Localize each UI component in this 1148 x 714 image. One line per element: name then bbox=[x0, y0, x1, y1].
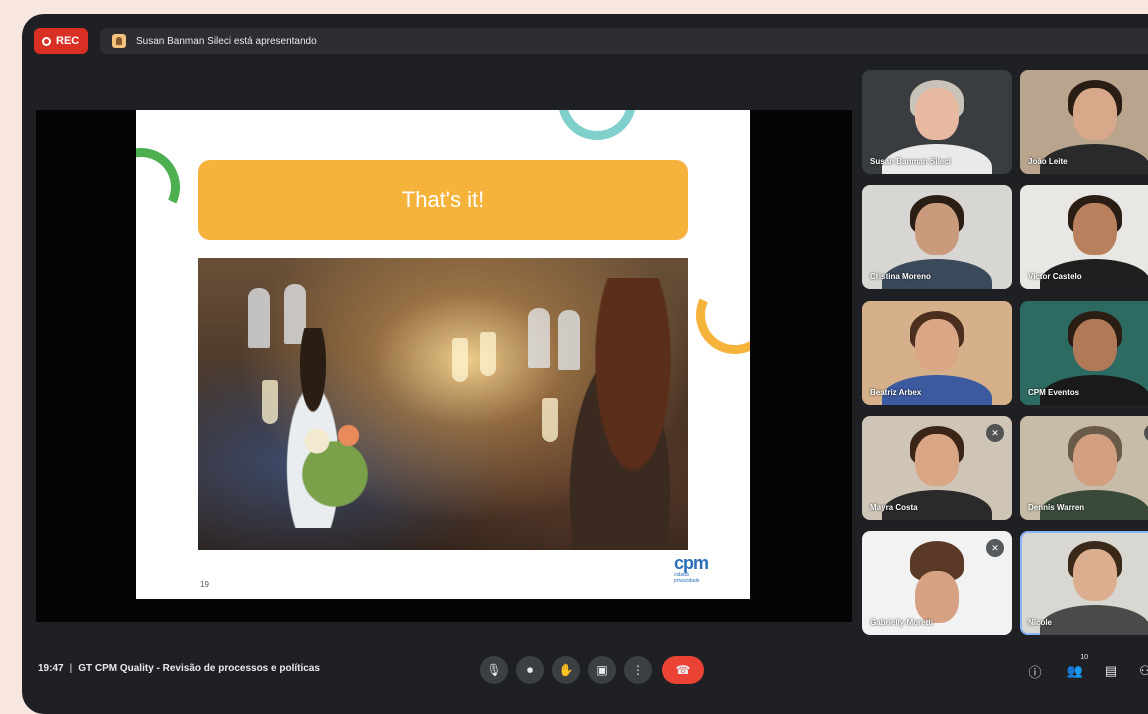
raise-hand-button[interactable]: ✋ bbox=[552, 656, 580, 684]
hangup-button[interactable]: ☎ bbox=[662, 656, 704, 684]
presenter-avatar-icon bbox=[112, 34, 126, 48]
participant-tile[interactable]: ✕ Gabrielly Moretti bbox=[862, 531, 1012, 635]
bottom-bar: 19:47 | GT CPM Quality - Revisão de proces… bbox=[22, 646, 1148, 706]
people-button[interactable]: 👥 10 bbox=[1064, 654, 1088, 682]
participant-face bbox=[1073, 319, 1117, 371]
people-icon: 👥 bbox=[1066, 663, 1084, 678]
photo-window bbox=[248, 288, 270, 348]
slide: That's it! 19 cpm cidadã privacidade bbox=[136, 110, 750, 599]
participant-name: Cristina Moreno bbox=[870, 272, 931, 281]
mic-off-icon: ✕ bbox=[986, 539, 1004, 557]
participant-tile-speaking[interactable]: Nicole bbox=[1020, 531, 1148, 635]
participant-face bbox=[1073, 434, 1117, 486]
present-button[interactable]: ▣ bbox=[588, 656, 616, 684]
more-options-button[interactable]: ⋮ bbox=[624, 656, 652, 684]
participant-tile[interactable]: ✕ Mayra Costa bbox=[862, 416, 1012, 520]
more-options-icon: ⋮ bbox=[632, 663, 644, 677]
photo-glass bbox=[480, 332, 496, 376]
record-icon bbox=[42, 36, 51, 46]
participant-face bbox=[915, 434, 959, 486]
participant-face bbox=[1073, 88, 1117, 140]
activities-button[interactable]: ⚇ bbox=[1134, 660, 1148, 682]
participant-face bbox=[915, 203, 959, 255]
presenter-text: Susan Banman Sileci está apresentando bbox=[136, 35, 317, 47]
separator: | bbox=[69, 663, 73, 674]
decor-green-arc bbox=[136, 137, 191, 237]
photo-glass bbox=[542, 398, 558, 442]
participant-name: Gabrielly Moretti bbox=[870, 618, 934, 627]
participant-name: João Leite bbox=[1028, 157, 1068, 166]
participant-body bbox=[1040, 605, 1148, 635]
clock-time: 19:47 bbox=[38, 663, 64, 674]
participant-face bbox=[915, 88, 959, 140]
participant-name: Nicole bbox=[1028, 618, 1053, 627]
slide-photo-celebration bbox=[198, 258, 688, 550]
info-icon: ⓘ bbox=[1028, 664, 1042, 680]
participant-face bbox=[1073, 203, 1117, 255]
slide-title-banner: That's it! bbox=[198, 160, 688, 240]
slide-title: That's it! bbox=[401, 187, 485, 212]
present-screen-icon: ▣ bbox=[596, 663, 608, 677]
participant-tile[interactable]: ✕ Dennis Warren bbox=[1020, 416, 1148, 520]
participant-name: Mayra Costa bbox=[870, 503, 918, 512]
mic-button[interactable]: 🎙 bbox=[480, 656, 508, 684]
participant-tile[interactable]: João Leite bbox=[1020, 70, 1148, 174]
hangup-icon: ☎ bbox=[675, 663, 691, 677]
top-bar: REC Susan Banman Sileci está apresentand… bbox=[22, 14, 1148, 66]
participant-name: Dennis Warren bbox=[1028, 503, 1085, 512]
participant-tile[interactable]: Beatriz Arbex bbox=[862, 301, 1012, 405]
mic-icon: 🎙 bbox=[486, 663, 502, 677]
participant-count-badge: 10 bbox=[1080, 654, 1088, 661]
meeting-info: 19:47 | GT CPM Quality - Revisão de proces… bbox=[38, 663, 320, 674]
chat-button[interactable]: ▤ bbox=[1100, 660, 1122, 682]
photo-person bbox=[568, 278, 688, 550]
presentation-stage[interactable]: That's it! 19 cpm cidadã privacidade bbox=[36, 110, 852, 622]
camera-button[interactable]: ⏺ bbox=[516, 656, 544, 684]
info-button[interactable]: ⓘ bbox=[1024, 660, 1046, 682]
slide-page-number: 19 bbox=[200, 580, 209, 589]
participant-face bbox=[915, 319, 959, 371]
participant-name: Beatriz Arbex bbox=[870, 388, 922, 397]
participant-name: Susan Banman Sileci bbox=[870, 157, 951, 166]
participant-name: Victor Castelo bbox=[1028, 272, 1082, 281]
photo-glass bbox=[452, 338, 468, 382]
participant-tile[interactable]: Susan Banman Sileci bbox=[862, 70, 1012, 174]
participant-face bbox=[1073, 549, 1117, 601]
participant-tile[interactable]: CPM Eventos bbox=[1020, 301, 1148, 405]
photo-window bbox=[528, 308, 550, 368]
cpm-logo: cpm cidadã privacidade bbox=[674, 554, 724, 584]
recording-indicator: REC bbox=[34, 28, 88, 54]
cpm-logo-subtext: cidadã privacidade bbox=[674, 572, 700, 584]
photo-glass bbox=[262, 380, 278, 424]
presenter-banner[interactable]: Susan Banman Sileci está apresentando bbox=[100, 28, 1148, 54]
participant-tile[interactable]: Cristina Moreno bbox=[862, 185, 1012, 289]
cpm-logo-text: cpm bbox=[674, 553, 709, 573]
participant-tile[interactable]: Victor Castelo bbox=[1020, 185, 1148, 289]
photo-flowers bbox=[290, 408, 380, 518]
participant-name: CPM Eventos bbox=[1028, 388, 1080, 397]
chat-icon: ▤ bbox=[1104, 663, 1118, 678]
recording-label: REC bbox=[56, 35, 80, 47]
decor-teal-circle bbox=[558, 110, 636, 140]
raise-hand-icon: ✋ bbox=[558, 663, 574, 677]
meet-window: REC Susan Banman Sileci está apresentand… bbox=[22, 14, 1148, 714]
mic-off-icon: ✕ bbox=[1144, 424, 1148, 442]
activities-icon: ⚇ bbox=[1139, 663, 1148, 678]
participant-face bbox=[915, 571, 959, 623]
camera-icon: ⏺ bbox=[526, 662, 533, 677]
decor-yellow-arc bbox=[685, 265, 750, 365]
meeting-title: GT CPM Quality - Revisão de processos e … bbox=[78, 663, 320, 674]
mic-off-icon: ✕ bbox=[986, 424, 1004, 442]
